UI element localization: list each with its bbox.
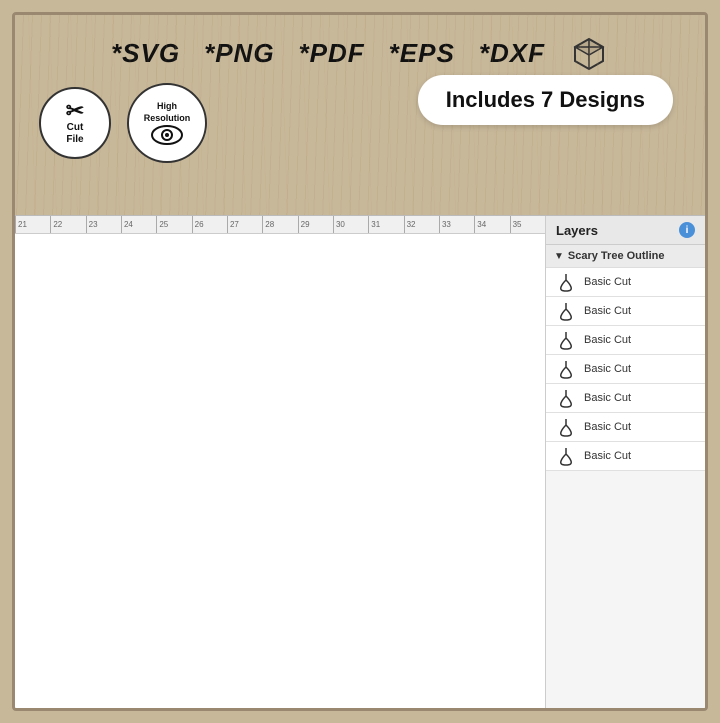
ruler-mark: 29: [298, 216, 333, 233]
layer-item[interactable]: Basic Cut: [546, 413, 705, 442]
layer-item[interactable]: Basic Cut: [546, 297, 705, 326]
layer-label: Basic Cut: [584, 276, 631, 288]
layers-panel: Layers i ▼ Scary Tree Outline Basic Cut: [545, 216, 705, 708]
layer-label: Basic Cut: [584, 363, 631, 375]
ruler-mark: 32: [404, 216, 439, 233]
outer-frame: *SVG *PNG *PDF *EPS *DXF ✂ CutFile: [0, 0, 720, 723]
ruler-mark: 31: [368, 216, 403, 233]
layer-thumb-icon: [554, 330, 578, 350]
file-type-eps: *EPS: [389, 38, 455, 69]
ruler-mark: 34: [474, 216, 509, 233]
ruler-mark: 21: [15, 216, 50, 233]
ruler-mark: 28: [262, 216, 297, 233]
canvas-area: 21 22 23 24 25 26 27 28 29 30 31 32 33 3…: [15, 215, 705, 708]
info-icon[interactable]: i: [679, 222, 695, 238]
cut-file-label: CutFile: [66, 122, 83, 146]
eye-icon: [151, 125, 183, 145]
layer-thumb-icon: [554, 388, 578, 408]
ruler-mark: 30: [333, 216, 368, 233]
layers-title: Layers: [556, 223, 598, 238]
layer-thumb-icon: [554, 301, 578, 321]
ruler: 21 22 23 24 25 26 27 28 29 30 31 32 33 3…: [15, 216, 545, 234]
layer-thumb-icon: [554, 446, 578, 466]
3d-box-icon: [569, 33, 609, 73]
layer-item[interactable]: Basic Cut: [546, 442, 705, 471]
ruler-mark: 33: [439, 216, 474, 233]
ruler-marks: 21 22 23 24 25 26 27 28 29 30 31 32 33 3…: [15, 216, 545, 233]
file-type-png: *PNG: [204, 38, 274, 69]
file-types-row: *SVG *PNG *PDF *EPS *DXF: [31, 25, 689, 79]
file-type-svg: *SVG: [111, 38, 180, 69]
layer-thumb-icon: [554, 359, 578, 379]
ruler-mark: 27: [227, 216, 262, 233]
chevron-down-icon: ▼: [554, 251, 564, 262]
cut-file-badge: ✂ CutFile: [39, 87, 111, 159]
inner-card: *SVG *PNG *PDF *EPS *DXF ✂ CutFile: [12, 12, 708, 711]
includes-label: Includes 7 Designs: [446, 87, 645, 112]
scissors-icon: ✂: [66, 100, 84, 122]
ruler-mark: 24: [121, 216, 156, 233]
layer-thumb-icon: [554, 417, 578, 437]
layer-label: Basic Cut: [584, 305, 631, 317]
ruler-mark: 23: [86, 216, 121, 233]
ruler-mark: 35: [510, 216, 545, 233]
layers-header: Layers i: [546, 216, 705, 245]
high-resolution-badge: HighResolution: [127, 83, 207, 163]
layer-label: Basic Cut: [584, 392, 631, 404]
ruler-mark: 22: [50, 216, 85, 233]
top-banner: *SVG *PNG *PDF *EPS *DXF ✂ CutFile: [15, 15, 705, 215]
badges-row: ✂ CutFile HighResolution Includes 7 Desi…: [31, 79, 689, 163]
ruler-mark: 25: [156, 216, 191, 233]
main-canvas: 21 22 23 24 25 26 27 28 29 30 31 32 33 3…: [15, 216, 545, 708]
ruler-mark: 26: [192, 216, 227, 233]
layer-thumb-icon: [554, 272, 578, 292]
file-type-dxf: *DXF: [479, 38, 545, 69]
layer-label: Basic Cut: [584, 450, 631, 462]
group-name: Scary Tree Outline: [568, 250, 665, 262]
high-res-label: HighResolution: [144, 101, 191, 124]
layer-item[interactable]: Basic Cut: [546, 355, 705, 384]
layer-label: Basic Cut: [584, 421, 631, 433]
file-type-pdf: *PDF: [299, 38, 365, 69]
layer-item[interactable]: Basic Cut: [546, 326, 705, 355]
includes-banner: Includes 7 Designs: [418, 75, 673, 125]
layer-label: Basic Cut: [584, 334, 631, 346]
layers-group-header[interactable]: ▼ Scary Tree Outline: [546, 245, 705, 268]
layer-item[interactable]: Basic Cut: [546, 268, 705, 297]
layer-item[interactable]: Basic Cut: [546, 384, 705, 413]
